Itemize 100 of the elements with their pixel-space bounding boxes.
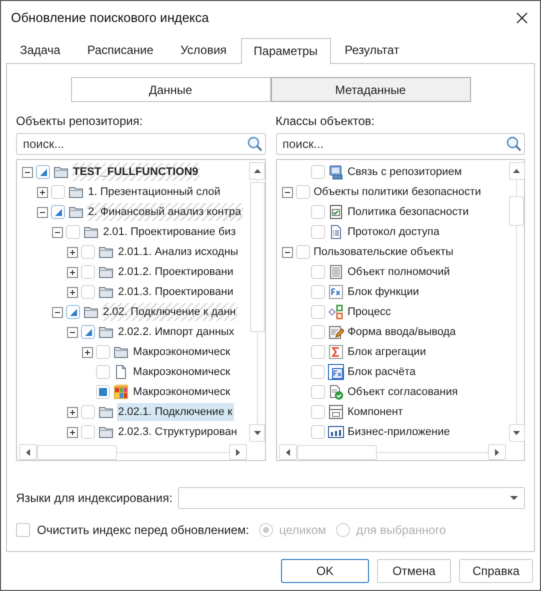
checkbox[interactable] [36, 165, 50, 179]
scrollbar-thumb[interactable] [296, 444, 376, 460]
tree-item[interactable]: Форма ввода/вывода [346, 323, 458, 341]
checkbox[interactable] [81, 325, 95, 339]
search-icon [246, 136, 262, 152]
tree-item[interactable]: Процесс [346, 303, 393, 321]
search-field[interactable]: поиск... [16, 133, 266, 155]
scrollbar-thumb[interactable] [250, 182, 264, 332]
expand-button[interactable] [67, 286, 78, 298]
checkbox[interactable] [81, 285, 95, 299]
checkbox[interactable] [310, 405, 324, 419]
tree-item[interactable]: Связь с репозиторием [346, 163, 464, 181]
scroll-left-button[interactable] [278, 444, 296, 460]
checkbox[interactable] [296, 185, 310, 199]
down-arrow-icon [254, 431, 260, 435]
tree-item[interactable]: Протокол доступа [346, 223, 442, 241]
tree-item[interactable]: Блок расчёта [346, 363, 418, 381]
tree-item[interactable]: 2.01.2. Проектировани [117, 263, 236, 281]
scroll-up-button[interactable] [508, 162, 524, 180]
tree-item[interactable]: 1. Презентационный слой [87, 183, 222, 201]
tree-item[interactable]: 2.02.1. Подключение к [117, 403, 234, 421]
search-field[interactable]: поиск... [276, 133, 525, 155]
document-icon [113, 364, 129, 380]
checkbox[interactable] [16, 523, 30, 537]
tree-item[interactable]: Компонент [346, 403, 405, 421]
checkbox[interactable] [310, 385, 324, 399]
collapse-button[interactable] [52, 306, 63, 318]
checkbox[interactable] [96, 385, 110, 399]
dialog-button[interactable]: Отмена [377, 559, 451, 583]
tab[interactable]: Параметры [240, 38, 331, 64]
scroll-down-button[interactable] [508, 424, 524, 442]
collapse-button[interactable] [67, 326, 78, 338]
scroll-right-button[interactable] [228, 444, 246, 460]
checkbox[interactable] [310, 345, 324, 359]
checkbox[interactable] [51, 185, 65, 199]
tree-item[interactable]: Блок функции [346, 283, 422, 301]
checkbox[interactable] [96, 365, 110, 379]
collapse-button[interactable] [22, 166, 33, 178]
checkbox[interactable] [310, 265, 324, 279]
checkbox[interactable] [310, 425, 324, 439]
tree-item[interactable]: Макроэкономическ [132, 363, 232, 381]
checkbox[interactable] [310, 365, 324, 379]
collapse-button[interactable] [37, 206, 48, 218]
checkbox[interactable] [81, 265, 95, 279]
checkbox[interactable] [81, 245, 95, 259]
tree-item[interactable]: 2. Финансовый анализ контра [87, 203, 244, 221]
expand-button[interactable] [37, 186, 48, 198]
tree-item[interactable]: TEST_FULLFUNCTION9 [72, 163, 200, 181]
tree-item[interactable]: 2.01.1. Анализ исходны [117, 243, 240, 261]
mode-toggle-button[interactable]: Данные [70, 77, 270, 102]
tree-item[interactable]: 2.02. Подключение к данн [102, 303, 238, 321]
expand-button[interactable] [67, 426, 78, 438]
expand-button[interactable] [67, 406, 78, 418]
checkbox[interactable] [310, 165, 324, 179]
scrollbar-thumb[interactable] [37, 444, 117, 460]
checkbox[interactable] [310, 225, 324, 239]
checkbox[interactable] [51, 205, 65, 219]
checkbox[interactable] [66, 305, 80, 319]
tree-item[interactable]: Пользовательские объекты [312, 243, 456, 261]
checkbox[interactable] [310, 325, 324, 339]
tab[interactable]: Результат [332, 37, 412, 63]
checkbox[interactable] [96, 345, 110, 359]
checkbox[interactable] [81, 405, 95, 419]
mode-toggle-button[interactable]: Метаданные [270, 77, 470, 102]
tree-item[interactable]: Макроэкономическ [132, 343, 232, 361]
checkbox[interactable] [310, 285, 324, 299]
scroll-up-button[interactable] [249, 162, 265, 180]
tree-item[interactable]: Бизнес-приложение [346, 423, 452, 441]
tree-item[interactable]: Политика безопасности [346, 203, 471, 221]
tab[interactable]: Расписание [74, 37, 166, 63]
panel-label: Классы объектов: [276, 113, 376, 129]
right-arrow-icon [236, 448, 240, 456]
languages-dropdown[interactable] [178, 487, 525, 509]
checkbox[interactable] [66, 225, 80, 239]
scroll-right-button[interactable] [488, 444, 506, 460]
checkbox[interactable] [310, 305, 324, 319]
scrollbar-thumb[interactable] [509, 196, 524, 226]
checkbox[interactable] [310, 205, 324, 219]
tree-item[interactable]: 2.02.2. Импорт данных [117, 323, 236, 341]
tree-item[interactable]: Макроэкономическ [132, 383, 232, 401]
tree-item[interactable]: Объект согласования [346, 383, 460, 401]
tree-item[interactable]: Объекты политики безопасности [312, 183, 484, 201]
collapse-button[interactable] [282, 246, 292, 258]
expand-button[interactable] [67, 266, 78, 278]
collapse-button[interactable] [52, 226, 63, 238]
expand-button[interactable] [67, 246, 78, 258]
tree-item[interactable]: Блок агрегации [346, 343, 428, 361]
scroll-down-button[interactable] [249, 424, 265, 442]
dialog-button[interactable]: Справка [459, 559, 533, 583]
collapse-button[interactable] [282, 186, 292, 198]
checkbox[interactable] [296, 245, 310, 259]
tree-item[interactable]: Объект полномочий [346, 263, 452, 281]
dialog-button[interactable]: OK [281, 559, 369, 583]
checkbox[interactable] [81, 425, 95, 439]
tab[interactable]: Задача [7, 37, 74, 63]
tree-item[interactable]: 2.01. Проектирование биз [102, 223, 238, 241]
tab[interactable]: Условия [167, 37, 240, 63]
expand-button[interactable] [82, 346, 93, 358]
tree-item[interactable]: 2.01.3. Проектировани [117, 283, 236, 301]
tree-item[interactable]: 2.02.3. Структурирован [117, 423, 240, 441]
